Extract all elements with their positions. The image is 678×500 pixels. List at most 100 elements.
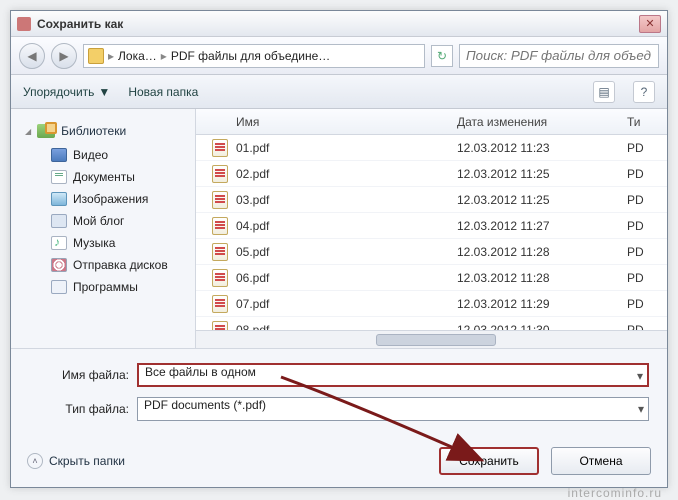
file-pane: Имя Дата изменения Ти 01.pdf12.03.2012 1… xyxy=(196,109,667,348)
save-as-dialog: Сохранить как ✕ ◀ ▶ ▸ Лока… ▸ PDF файлы … xyxy=(10,10,668,488)
sidebar-item[interactable]: Отправка дисков xyxy=(25,254,187,276)
file-row[interactable]: 02.pdf12.03.2012 11:25PD xyxy=(196,161,667,187)
file-type: PD xyxy=(627,323,667,331)
sidebar-item[interactable]: Изображения xyxy=(25,188,187,210)
file-row[interactable]: 06.pdf12.03.2012 11:28PD xyxy=(196,265,667,291)
file-type: PD xyxy=(627,193,667,207)
column-headers: Имя Дата изменения Ти xyxy=(196,109,667,135)
file-date: 12.03.2012 11:28 xyxy=(457,271,627,285)
folder-icon xyxy=(51,170,67,184)
file-row[interactable]: 04.pdf12.03.2012 11:27PD xyxy=(196,213,667,239)
back-button[interactable]: ◀ xyxy=(19,43,45,69)
filetype-select[interactable]: PDF documents (*.pdf) ▾ xyxy=(137,397,649,421)
file-rows: 01.pdf12.03.2012 11:23PD02.pdf12.03.2012… xyxy=(196,135,667,330)
pdf-icon xyxy=(212,217,228,235)
breadcrumb[interactable]: ▸ Лока… ▸ PDF файлы для объедине… xyxy=(83,44,425,68)
pdf-icon xyxy=(212,295,228,313)
pdf-icon xyxy=(212,269,228,287)
file-name: 03.pdf xyxy=(236,193,457,207)
file-type: PD xyxy=(627,297,667,311)
filename-label: Имя файла: xyxy=(29,368,129,382)
folder-icon xyxy=(51,236,67,250)
cancel-button[interactable]: Отмена xyxy=(551,447,651,475)
toolbar: Упорядочить ▼ Новая папка ▤ ? xyxy=(11,75,667,109)
file-row[interactable]: 01.pdf12.03.2012 11:23PD xyxy=(196,135,667,161)
folder-icon xyxy=(51,148,67,162)
scrollbar-thumb[interactable] xyxy=(376,334,496,346)
file-date: 12.03.2012 11:23 xyxy=(457,141,627,155)
file-date: 12.03.2012 11:29 xyxy=(457,297,627,311)
sidebar-item[interactable]: Видео xyxy=(25,144,187,166)
file-type: PD xyxy=(627,271,667,285)
organize-label: Упорядочить xyxy=(23,85,94,99)
breadcrumb-part[interactable]: Лока… xyxy=(118,49,157,63)
refresh-button[interactable]: ↻ xyxy=(431,45,453,67)
folder-icon xyxy=(88,48,104,64)
file-date: 12.03.2012 11:28 xyxy=(457,245,627,259)
libraries-icon xyxy=(37,124,55,138)
search-input[interactable] xyxy=(459,44,659,68)
sidebar-item-label: Музыка xyxy=(73,236,115,250)
file-type: PD xyxy=(627,141,667,155)
filename-input[interactable]: Все файлы в одном ▾ xyxy=(137,363,649,387)
pdf-icon xyxy=(212,165,228,183)
pdf-icon xyxy=(212,139,228,157)
close-button[interactable]: ✕ xyxy=(639,15,661,33)
file-row[interactable]: 08.pdf12.03.2012 11:30PD xyxy=(196,317,667,330)
libraries-label: Библиотеки xyxy=(61,124,126,138)
folder-icon xyxy=(51,258,67,272)
sidebar-item-label: Изображения xyxy=(73,192,148,206)
caret-icon: ◢ xyxy=(25,127,31,136)
sidebar-item[interactable]: Документы xyxy=(25,166,187,188)
folder-icon xyxy=(51,192,67,206)
titlebar: Сохранить как ✕ xyxy=(11,11,667,37)
watermark: intercominfo.ru xyxy=(568,486,662,500)
sidebar-item[interactable]: Программы xyxy=(25,276,187,298)
sidebar-item-label: Отправка дисков xyxy=(73,258,168,272)
file-row[interactable]: 03.pdf12.03.2012 11:25PD xyxy=(196,187,667,213)
organize-menu[interactable]: Упорядочить ▼ xyxy=(23,85,110,99)
sidebar-item-label: Программы xyxy=(73,280,138,294)
file-row[interactable]: 07.pdf12.03.2012 11:29PD xyxy=(196,291,667,317)
chevron-down-icon[interactable]: ▾ xyxy=(637,369,643,383)
col-type[interactable]: Ти xyxy=(627,115,667,129)
libraries-node[interactable]: ◢ Библиотеки xyxy=(25,121,187,144)
pdf-icon xyxy=(212,321,228,331)
app-icon xyxy=(17,17,31,31)
sidebar-item[interactable]: Музыка xyxy=(25,232,187,254)
folder-icon xyxy=(51,214,67,228)
col-date[interactable]: Дата изменения xyxy=(457,115,627,129)
sidebar-item[interactable]: Мой блог xyxy=(25,210,187,232)
sidebar-item-label: Мой блог xyxy=(73,214,124,228)
new-folder-button[interactable]: Новая папка xyxy=(128,85,198,99)
file-row[interactable]: 05.pdf12.03.2012 11:28PD xyxy=(196,239,667,265)
file-name: 01.pdf xyxy=(236,141,457,155)
file-date: 12.03.2012 11:27 xyxy=(457,219,627,233)
sidebar-group: ◢ Библиотеки Видео Документы Изображения Мо… xyxy=(11,119,195,302)
chevron-down-icon[interactable]: ▾ xyxy=(638,402,644,416)
file-type: PD xyxy=(627,245,667,259)
file-name: 05.pdf xyxy=(236,245,457,259)
forward-button[interactable]: ▶ xyxy=(51,43,77,69)
chevron-right-icon: ▸ xyxy=(108,49,114,63)
chevron-right-icon: ▸ xyxy=(161,49,167,63)
file-name: 06.pdf xyxy=(236,271,457,285)
file-date: 12.03.2012 11:25 xyxy=(457,193,627,207)
filetype-value: PDF documents (*.pdf) xyxy=(144,398,266,412)
save-button[interactable]: Сохранить xyxy=(439,447,539,475)
sidebar-item-label: Видео xyxy=(73,148,108,162)
pdf-icon xyxy=(212,191,228,209)
hide-folders-link[interactable]: ˄ Скрыть папки xyxy=(27,453,125,469)
col-name[interactable]: Имя xyxy=(196,115,457,129)
horizontal-scrollbar[interactable] xyxy=(196,330,667,348)
help-button[interactable]: ? xyxy=(633,81,655,103)
breadcrumb-part[interactable]: PDF файлы для объедине… xyxy=(171,49,330,63)
body: ◢ Библиотеки Видео Документы Изображения Мо… xyxy=(11,109,667,348)
sidebar: ◢ Библиотеки Видео Документы Изображения Мо… xyxy=(11,109,196,348)
hide-folders-label: Скрыть папки xyxy=(49,454,125,468)
pdf-icon xyxy=(212,243,228,261)
chevron-up-icon: ˄ xyxy=(27,453,43,469)
sidebar-item-label: Документы xyxy=(73,170,135,184)
file-date: 12.03.2012 11:25 xyxy=(457,167,627,181)
view-options-button[interactable]: ▤ xyxy=(593,81,615,103)
